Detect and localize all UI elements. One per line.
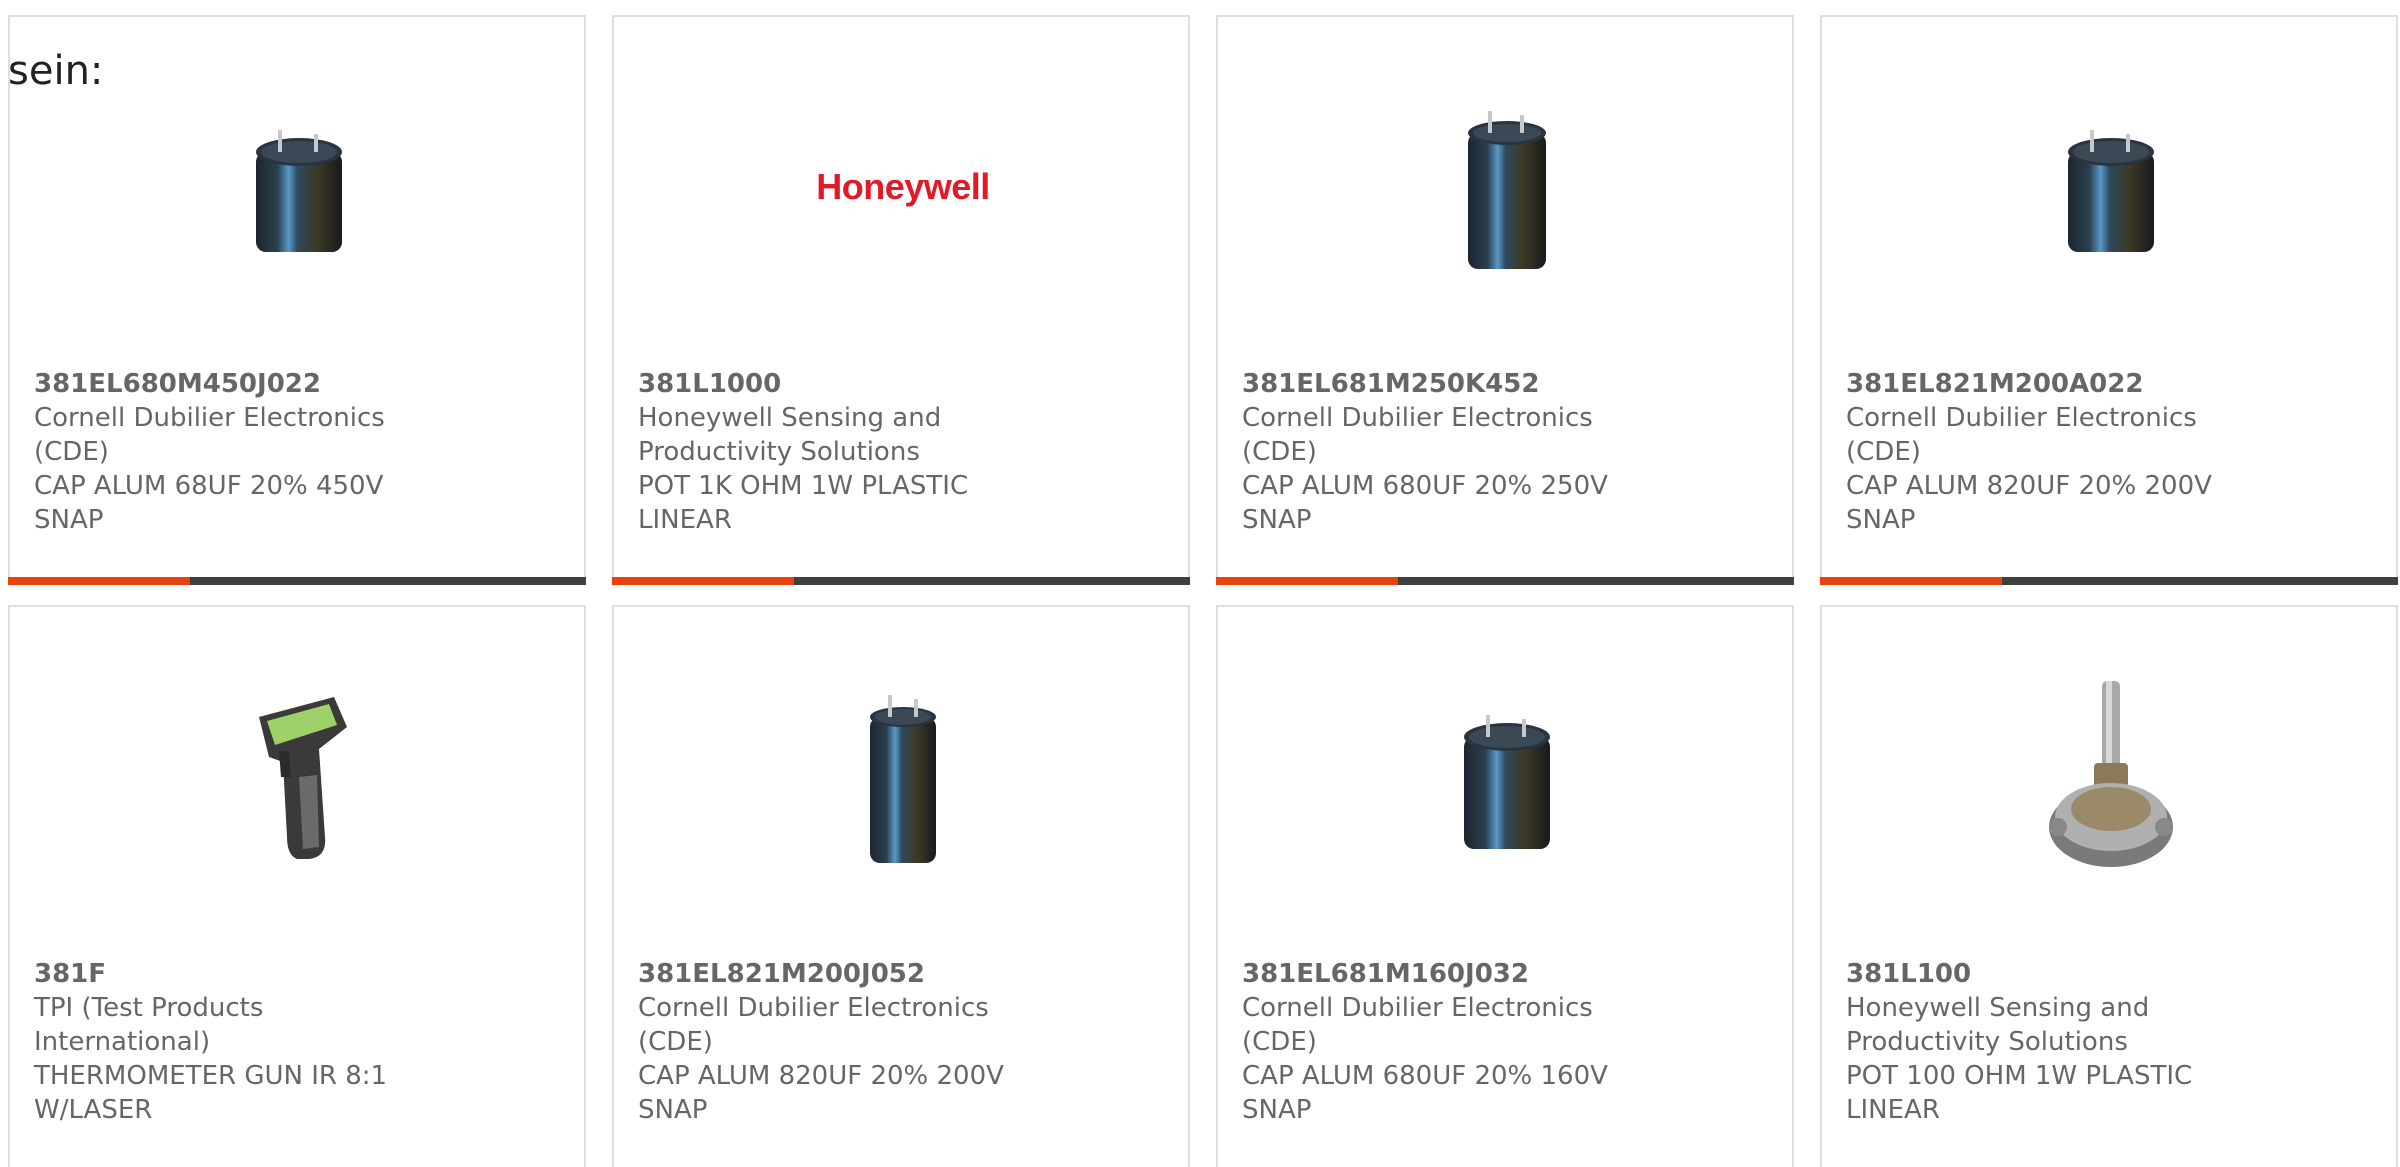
product-card[interactable]: 381EL681M160J032 Cornell Dubilier Electr…: [1216, 605, 1794, 1167]
product-card[interactable]: 381EL821M200A022 Cornell Dubilier Electr…: [1820, 15, 2398, 585]
capacitor-icon: [197, 85, 401, 289]
honeywell-logo: Honeywell: [801, 85, 1005, 289]
manufacturer-name: Honeywell Sensing and Productivity Solut…: [1846, 993, 2150, 1057]
product-card[interactable]: 381EL680M450J022 Cornell Dubilier Electr…: [8, 15, 586, 585]
product-description: CAP ALUM 820UF 20% 200V SNAP: [1846, 471, 2212, 535]
honeywell-logo-text: Honeywell: [816, 166, 990, 207]
progress-fill: [1216, 577, 1399, 585]
progress-fill: [8, 577, 191, 585]
part-number-link[interactable]: 381L100: [1846, 957, 2256, 991]
capacitor-tall-icon: [1405, 85, 1609, 289]
product-description: POT 1K OHM 1W PLASTIC LINEAR: [638, 471, 969, 535]
product-description: CAP ALUM 680UF 20% 250V SNAP: [1242, 471, 1608, 535]
manufacturer-name: Cornell Dubilier Electronics (CDE): [1242, 403, 1593, 467]
product-card[interactable]: 381L100 Honeywell Sensing and Productivi…: [1820, 605, 2398, 1167]
progress-bar: [8, 577, 586, 585]
part-number-link[interactable]: 381EL680M450J022: [34, 367, 444, 401]
product-card[interactable]: 381EL821M200J052 Cornell Dubilier Electr…: [612, 605, 1190, 1167]
potentiometer-icon: [2009, 675, 2213, 879]
progress-bar: [612, 577, 1190, 585]
product-description: CAP ALUM 820UF 20% 200V SNAP: [638, 1061, 1004, 1125]
capacitor-tall-icon: [801, 675, 1005, 879]
product-card[interactable]: 381EL681M250K452 Cornell Dubilier Electr…: [1216, 15, 1794, 585]
product-description: POT 100 OHM 1W PLASTIC LINEAR: [1846, 1061, 2193, 1125]
part-number-link[interactable]: 381EL821M200A022: [1846, 367, 2256, 401]
part-number-link[interactable]: 381EL681M160J032: [1242, 957, 1652, 991]
progress-fill: [1820, 577, 2003, 585]
manufacturer-name: TPI (Test Products International): [34, 993, 264, 1057]
product-description: CAP ALUM 680UF 20% 160V SNAP: [1242, 1061, 1608, 1125]
manufacturer-name: Cornell Dubilier Electronics (CDE): [638, 993, 989, 1057]
progress-bar: [1216, 577, 1794, 585]
intro-text: sein:: [8, 48, 104, 94]
thermometer-gun-icon: [197, 675, 401, 879]
capacitor-icon: [2009, 85, 2213, 289]
manufacturer-name: Cornell Dubilier Electronics (CDE): [1846, 403, 2197, 467]
product-card[interactable]: Honeywell 381L1000 Honeywell Sensing and…: [612, 15, 1190, 585]
part-number-link[interactable]: 381EL681M250K452: [1242, 367, 1652, 401]
part-number-link[interactable]: 381EL821M200J052: [638, 957, 1048, 991]
manufacturer-name: Honeywell Sensing and Productivity Solut…: [638, 403, 942, 467]
manufacturer-name: Cornell Dubilier Electronics (CDE): [1242, 993, 1593, 1057]
progress-fill: [612, 577, 795, 585]
part-number-link[interactable]: 381L1000: [638, 367, 1048, 401]
manufacturer-name: Cornell Dubilier Electronics (CDE): [34, 403, 385, 467]
progress-bar: [1820, 577, 2398, 585]
capacitor-icon: [1405, 675, 1609, 879]
product-description: CAP ALUM 68UF 20% 450V SNAP: [34, 471, 384, 535]
product-description: THERMOMETER GUN IR 8:1 W/LASER: [34, 1061, 388, 1125]
part-number-link[interactable]: 381F: [34, 957, 444, 991]
product-card[interactable]: 381F TPI (Test Products International) T…: [8, 605, 586, 1167]
